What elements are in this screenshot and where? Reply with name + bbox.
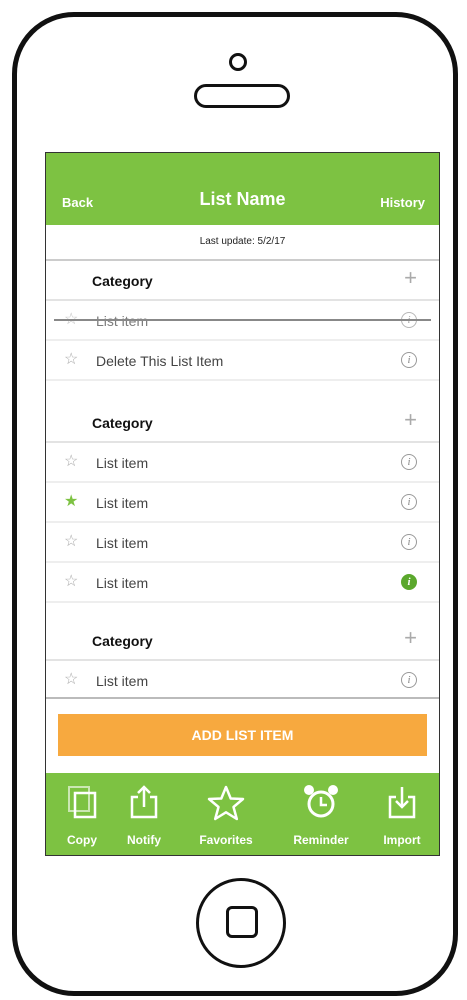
history-button[interactable]: History xyxy=(380,195,425,210)
info-icon[interactable]: i xyxy=(401,352,417,368)
list-item[interactable]: ☆ List item i xyxy=(46,661,439,697)
info-active-icon[interactable]: i xyxy=(401,574,417,590)
tab-label: Import xyxy=(383,833,421,847)
list-item-label: List item xyxy=(96,673,149,689)
copy-icon xyxy=(68,786,97,819)
list-item-label: List item xyxy=(96,495,149,511)
add-to-category-icon[interactable]: + xyxy=(404,627,417,649)
list-item[interactable]: ★ List item i xyxy=(46,483,439,523)
home-square-icon xyxy=(226,906,258,938)
list-item[interactable]: ☆ Delete This List Item i xyxy=(46,341,439,381)
info-icon[interactable]: i xyxy=(401,672,417,688)
bottom-toolbar: Copy Notify Favorites Reminder Import xyxy=(46,773,439,855)
info-icon[interactable]: i xyxy=(401,534,417,550)
list-divider xyxy=(46,697,439,699)
category-header: Category + xyxy=(46,403,439,443)
camera-icon xyxy=(229,53,247,71)
add-to-category-icon[interactable]: + xyxy=(404,409,417,431)
tab-favorites[interactable]: Favorites xyxy=(184,773,268,855)
list-item[interactable]: ☆ List item i xyxy=(46,301,439,341)
star-filled-icon[interactable]: ★ xyxy=(64,493,78,511)
tab-label: Reminder xyxy=(293,833,349,847)
list-item[interactable]: ☆ List item i xyxy=(46,523,439,563)
star-outline-icon[interactable]: ☆ xyxy=(64,533,78,551)
list-item-label: Delete This List Item xyxy=(96,353,224,369)
share-icon xyxy=(130,785,158,819)
list-item-label: List item xyxy=(96,535,149,551)
info-icon[interactable]: i xyxy=(401,454,417,470)
strikethrough-line xyxy=(54,319,431,321)
last-update-label: Last update: 5/2/17 xyxy=(46,225,439,261)
add-to-category-icon[interactable]: + xyxy=(404,267,417,289)
list-item-label: List item xyxy=(96,455,149,471)
add-list-item-button[interactable]: ADD LIST ITEM xyxy=(58,714,427,756)
alarm-clock-icon xyxy=(304,785,338,818)
tab-label: Notify xyxy=(127,833,161,847)
star-outline-icon[interactable]: ☆ xyxy=(64,671,78,689)
category-label: Category xyxy=(92,633,153,649)
tab-label: Copy xyxy=(67,833,97,847)
tab-label: Favorites xyxy=(199,833,253,847)
speaker-grille xyxy=(194,84,290,108)
star-icon xyxy=(207,785,245,821)
list-item[interactable]: ☆ List item i xyxy=(46,443,439,483)
star-outline-icon[interactable]: ☆ xyxy=(64,453,78,471)
list-item[interactable]: ☆ List item i xyxy=(46,563,439,603)
category-label: Category xyxy=(92,273,153,289)
navigation-bar: Back List Name History xyxy=(46,153,439,225)
list-item-label: List item xyxy=(96,575,149,591)
item-list[interactable]: Category + ☆ List item i ☆ Delete This L… xyxy=(46,261,439,697)
tab-notify[interactable]: Notify xyxy=(118,773,170,855)
category-header: Category + xyxy=(46,261,439,301)
app-screen: Back List Name History Last update: 5/2/… xyxy=(45,152,440,856)
star-outline-icon[interactable]: ☆ xyxy=(64,351,78,369)
info-icon[interactable]: i xyxy=(401,494,417,510)
category-label: Category xyxy=(92,415,153,431)
list-item-label: List item xyxy=(96,313,149,329)
import-icon xyxy=(388,787,416,819)
tab-reminder[interactable]: Reminder xyxy=(280,773,362,855)
star-outline-icon[interactable]: ☆ xyxy=(64,573,78,591)
tab-copy[interactable]: Copy xyxy=(46,773,118,855)
tab-import[interactable]: Import xyxy=(370,773,434,855)
category-header: Category + xyxy=(46,621,439,661)
